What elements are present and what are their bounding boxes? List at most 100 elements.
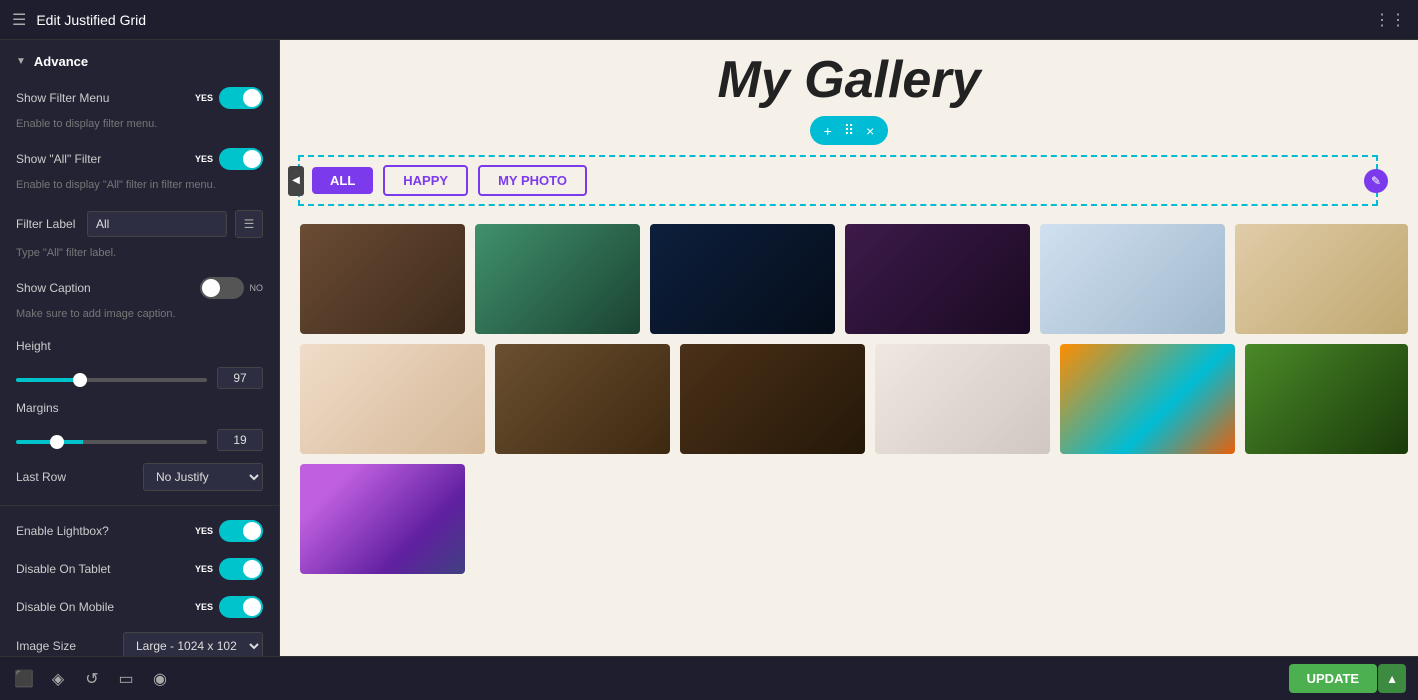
section-arrow-icon: ▼ (16, 56, 26, 67)
update-button[interactable]: UPDATE (1289, 664, 1377, 693)
gallery-title-area: My Gallery (280, 40, 1418, 110)
height-label-row: Height (0, 331, 279, 361)
gallery-image-2 (475, 224, 640, 334)
show-caption-toggle[interactable] (200, 277, 244, 299)
toggle-yes-label4: YES (195, 526, 213, 536)
show-filter-menu-hint: Enable to display filter menu. (0, 117, 279, 140)
last-row-select[interactable]: No Justify Justify Hide (143, 463, 263, 491)
show-filter-menu-toggle-wrap: YES (195, 87, 263, 109)
eye-icon[interactable]: ◉ (148, 669, 172, 689)
enable-lightbox-toggle[interactable] (219, 520, 263, 542)
collapse-filter-btn[interactable]: ◀ (288, 166, 304, 196)
filter-label-input-row: ☰ (87, 210, 263, 238)
image-size-select[interactable]: Large - 1024 x 102 Medium Thumbnail Full (123, 632, 263, 656)
margins-slider-row: 19 (0, 423, 279, 455)
disable-mobile-label: Disable On Mobile (16, 600, 114, 614)
enable-lightbox-row: Enable Lightbox? YES (0, 512, 279, 550)
gallery-image-9 (680, 344, 865, 454)
filter-buttons-container: ALL HAPPY MY PHOTO ✎ (298, 155, 1378, 206)
height-slider-row: 97 (0, 361, 279, 393)
disable-tablet-label: Disable On Tablet (16, 562, 111, 576)
toggle-no-label: NO (250, 283, 264, 293)
elements-icon[interactable]: ◈ (46, 669, 70, 689)
history-icon[interactable]: ↺ (80, 669, 104, 689)
gallery-image-11 (1060, 344, 1235, 454)
show-all-filter-row: Show "All" Filter YES (0, 140, 279, 178)
filter-all-button[interactable]: ALL (312, 167, 373, 194)
filter-my-photo-button[interactable]: MY PHOTO (478, 165, 587, 196)
enable-lightbox-label: Enable Lightbox? (16, 524, 109, 538)
gallery-title: My Gallery (717, 51, 980, 109)
layers-icon[interactable]: ⬛ (12, 669, 36, 689)
gallery-image-13 (300, 464, 465, 574)
margins-label-row: Margins (0, 393, 279, 423)
disable-tablet-toggle-wrap: YES (195, 558, 263, 580)
disable-tablet-row: Disable On Tablet YES (0, 550, 279, 588)
gallery-image-12 (1245, 344, 1408, 454)
bottom-toolbar: ⬛ ◈ ↺ ▭ ◉ UPDATE ▲ (0, 656, 1418, 700)
gallery-image-5 (1040, 224, 1225, 334)
advance-section-header[interactable]: ▼ Advance (0, 40, 279, 79)
show-filter-menu-row: Show Filter Menu YES (0, 79, 279, 117)
filter-label-row: Filter Label ☰ (0, 202, 279, 246)
last-row-label: Last Row (16, 470, 66, 484)
show-caption-hint: Make sure to add image caption. (0, 307, 279, 330)
filter-buttons-group: ALL HAPPY MY PHOTO (312, 165, 1364, 196)
last-row-row: Last Row No Justify Justify Hide (0, 455, 279, 499)
gallery-image-8 (495, 344, 670, 454)
margins-slider[interactable] (16, 440, 207, 444)
disable-mobile-toggle-wrap: YES (195, 596, 263, 618)
move-block-btn[interactable]: ⠿ (840, 120, 858, 141)
toggle-yes-label5: YES (195, 564, 213, 574)
filter-happy-button[interactable]: HAPPY (383, 165, 468, 196)
height-slider[interactable] (16, 378, 207, 382)
toggle-knob3 (202, 279, 220, 297)
disable-mobile-toggle[interactable] (219, 596, 263, 618)
update-arrow-button[interactable]: ▲ (1378, 664, 1406, 693)
grid-apps-icon[interactable]: ⋮⋮ (1374, 10, 1406, 30)
filter-label-label: Filter Label (16, 217, 75, 231)
gallery-grid (280, 214, 1418, 594)
disable-mobile-row: Disable On Mobile YES (0, 588, 279, 626)
section-title: Advance (34, 54, 88, 69)
toggle-knob2 (243, 150, 261, 168)
show-filter-menu-label: Show Filter Menu (16, 91, 109, 105)
update-button-group: UPDATE ▲ (1289, 664, 1406, 693)
image-size-row: Image Size Large - 1024 x 102 Medium Thu… (0, 626, 279, 656)
filter-label-input[interactable] (87, 211, 227, 237)
gallery-row-2 (300, 344, 1408, 454)
close-block-btn[interactable]: × (862, 121, 878, 141)
gallery-image-3 (650, 224, 835, 334)
hamburger-icon[interactable]: ☰ (12, 10, 26, 30)
toggle-yes-label: YES (195, 93, 213, 103)
edit-filter-btn[interactable]: ✎ (1364, 169, 1388, 193)
gallery-image-4 (845, 224, 1030, 334)
show-filter-menu-toggle[interactable] (219, 87, 263, 109)
sidebar: ▼ Advance Show Filter Menu YES Enable to… (0, 40, 280, 656)
show-caption-label: Show Caption (16, 281, 91, 295)
filter-label-hint: Type "All" filter label. (0, 246, 279, 269)
toggle-knob6 (243, 598, 261, 616)
margins-value: 19 (217, 429, 263, 451)
gallery-image-7 (300, 344, 485, 454)
gallery-row-3 (300, 464, 1408, 574)
height-value: 97 (217, 367, 263, 389)
show-all-filter-hint: Enable to display "All" filter in filter… (0, 178, 279, 201)
filter-label-list-icon[interactable]: ☰ (235, 210, 263, 238)
edit-toolbar: + ⠿ × (810, 116, 889, 145)
toggle-knob (243, 89, 261, 107)
show-all-filter-toggle[interactable] (219, 148, 263, 170)
gallery-image-6 (1235, 224, 1408, 334)
disable-tablet-toggle[interactable] (219, 558, 263, 580)
toggle-yes-label6: YES (195, 602, 213, 612)
filter-section: ◀ ALL HAPPY MY PHOTO ✎ (288, 155, 1398, 206)
page-icon[interactable]: ▭ (114, 669, 138, 689)
panel-title: Edit Justified Grid (36, 12, 146, 28)
margins-label: Margins (16, 401, 59, 415)
show-caption-toggle-wrap: NO (200, 277, 264, 299)
main-layout: ▼ Advance Show Filter Menu YES Enable to… (0, 40, 1418, 656)
height-label: Height (16, 339, 51, 353)
top-bar: ☰ Edit Justified Grid ⋮⋮ (0, 0, 1418, 40)
add-block-btn[interactable]: + (820, 121, 836, 141)
enable-lightbox-toggle-wrap: YES (195, 520, 263, 542)
